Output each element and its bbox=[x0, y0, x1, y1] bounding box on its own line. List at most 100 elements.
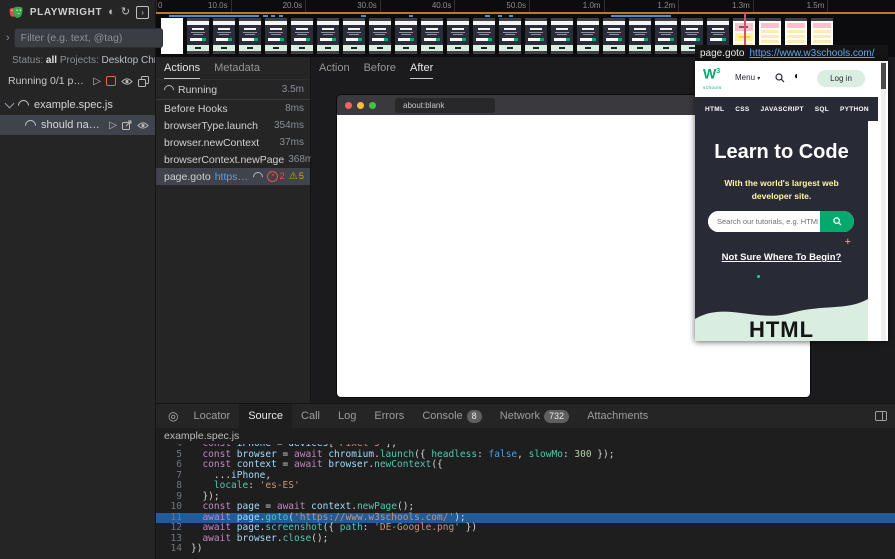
tab-before[interactable]: Before bbox=[364, 57, 396, 79]
action-url-link[interactable]: https://www.w3schools.com/ bbox=[750, 48, 875, 59]
w3-darkmode-icon[interactable]: ◐ bbox=[794, 71, 800, 82]
w3-search-button[interactable] bbox=[820, 211, 854, 232]
theme-toggle-icon[interactable]: ◐ bbox=[108, 7, 115, 18]
film-strip-thumbnail[interactable] bbox=[499, 18, 521, 54]
film-strip-thumbnail[interactable] bbox=[265, 18, 287, 54]
w3-scrollbar-thumb[interactable] bbox=[881, 63, 886, 89]
open-source-icon[interactable] bbox=[122, 120, 132, 130]
status-row: Status: all Projects: Desktop Chro... bbox=[0, 48, 155, 66]
film-strip-thumbnail[interactable] bbox=[395, 18, 417, 54]
film-strip-thumbnail[interactable] bbox=[447, 18, 469, 54]
w3-nav-item-javascript[interactable]: JAVASCRIPT bbox=[761, 106, 804, 113]
tree-file-row[interactable]: example.spec.js bbox=[0, 95, 155, 115]
film-strip-thumbnail[interactable] bbox=[161, 18, 183, 54]
tree-test-row[interactable]: should navigate ... ▷ bbox=[0, 115, 155, 135]
status-value[interactable]: all bbox=[46, 55, 57, 66]
action-item-browser-newcontext[interactable]: browser.newContext37ms bbox=[156, 134, 310, 151]
run-test-icon[interactable]: ▷ bbox=[109, 120, 117, 131]
w3-nav-item-css[interactable]: CSS bbox=[735, 106, 749, 113]
action-item-page-goto[interactable]: page.gotohttps://ww...×2⚠5 bbox=[156, 168, 310, 185]
bottom-tab-source[interactable]: Source bbox=[239, 404, 292, 428]
reload-icon[interactable]: ↻ bbox=[121, 7, 130, 18]
tab-metadata[interactable]: Metadata bbox=[214, 57, 260, 79]
filter-expand-icon[interactable]: › bbox=[6, 32, 10, 44]
film-strip-thumbnail[interactable] bbox=[577, 18, 599, 54]
film-strip-thumbnail[interactable] bbox=[551, 18, 573, 54]
bottom-tab-network[interactable]: Network732 bbox=[491, 404, 578, 428]
film-strip-thumbnail[interactable] bbox=[317, 18, 339, 54]
toggle-sidebar-icon[interactable] bbox=[875, 410, 887, 422]
browser-tab: about:blank bbox=[395, 98, 495, 113]
timeline-tick-label: 30.0s bbox=[357, 1, 380, 10]
spinner-icon bbox=[251, 169, 265, 183]
action-method: page.goto bbox=[700, 48, 745, 59]
collapse-all-icon[interactable] bbox=[138, 76, 149, 87]
film-strip-thumbnail[interactable] bbox=[629, 18, 651, 54]
projects-value[interactable]: Desktop Chro... bbox=[102, 55, 155, 66]
film-strip-thumbnail[interactable] bbox=[213, 18, 235, 54]
count-badge: 732 bbox=[544, 410, 569, 423]
film-strip-thumbnail[interactable] bbox=[291, 18, 313, 54]
snapshot-overlay: page.goto https://www.w3schools.com/ W3s… bbox=[695, 45, 888, 341]
line-number: 7 bbox=[156, 471, 191, 482]
timeline-tick-line bbox=[604, 0, 605, 12]
w3-nav-item-html[interactable]: HTML bbox=[705, 106, 724, 113]
w3-login-button[interactable]: Log in bbox=[817, 70, 865, 87]
error-icon: × bbox=[267, 171, 278, 182]
code-line: 14}) bbox=[156, 544, 895, 555]
bottom-tabs: ◎ LocatorSourceCallLog Errors Console8Netw… bbox=[156, 404, 895, 428]
timeline-ruler[interactable]: 010.0s20.0s30.0s40.0s50.0s1.0m1.2m1.3m1.… bbox=[156, 0, 895, 12]
watch-test-icon[interactable] bbox=[137, 121, 149, 130]
w3-header: W3schools Menu ▾ ◐ Log in bbox=[695, 61, 888, 97]
film-strip-thumbnail[interactable] bbox=[421, 18, 443, 54]
w3-menu-button[interactable]: Menu ▾ bbox=[735, 73, 760, 82]
action-item-browsertype-launch[interactable]: browserType.launch354ms bbox=[156, 117, 310, 134]
bottom-tab-attachments[interactable]: Attachments bbox=[578, 404, 657, 428]
action-duration: 354ms bbox=[274, 120, 304, 131]
tab-label: Errors bbox=[374, 410, 404, 422]
source-code[interactable]: 4 const iPhone = devices['Pixel 5'];5 co… bbox=[156, 444, 895, 559]
w3-plus-decoration: + bbox=[845, 236, 851, 248]
bottom-tab-console[interactable]: Console8 bbox=[413, 404, 490, 428]
film-strip-thumbnail[interactable] bbox=[369, 18, 391, 54]
bottom-tab-log[interactable]: Log bbox=[329, 404, 365, 428]
stop-icon[interactable] bbox=[106, 76, 116, 86]
w3-scrollbar bbox=[881, 61, 886, 341]
run-all-icon[interactable]: ▷ bbox=[93, 76, 101, 87]
film-strip-thumbnail[interactable] bbox=[525, 18, 547, 54]
action-item-browsercontext-newpage[interactable]: browserContext.newPage368ms bbox=[156, 151, 310, 168]
film-strip-thumbnail[interactable] bbox=[603, 18, 625, 54]
film-strip-thumbnail[interactable] bbox=[655, 18, 677, 54]
bottom-tab-errors[interactable]: Errors bbox=[365, 404, 413, 428]
pick-locator-icon[interactable]: ◎ bbox=[162, 404, 184, 428]
film-strip-thumbnail[interactable] bbox=[343, 18, 365, 54]
w3-hero-title: Learn to Code bbox=[695, 141, 868, 164]
film-strip-thumbnail[interactable] bbox=[187, 18, 209, 54]
bottom-panel: ◎ LocatorSourceCallLog Errors Console8Netw… bbox=[156, 403, 895, 559]
film-strip-thumbnail[interactable] bbox=[473, 18, 495, 54]
w3-begin-link[interactable]: Not Sure Where To Begin? bbox=[695, 252, 868, 263]
film-strip-thumbnail[interactable] bbox=[239, 18, 261, 54]
tab-actions[interactable]: Actions bbox=[164, 57, 200, 79]
bottom-tab-call[interactable]: Call bbox=[292, 404, 329, 428]
w3-nav-item-sql[interactable]: SQL bbox=[815, 106, 829, 113]
action-duration: 3.5m bbox=[282, 84, 304, 95]
action-item-before-hooks[interactable]: Before Hooks8ms bbox=[156, 100, 310, 117]
watch-all-icon[interactable] bbox=[121, 77, 133, 86]
w3-nav-item-python[interactable]: PYTHON bbox=[840, 106, 869, 113]
open-panel-icon[interactable]: › bbox=[136, 6, 149, 19]
w3-search-input[interactable] bbox=[708, 211, 820, 232]
tree-file-name: example.spec.js bbox=[34, 99, 113, 111]
action-item-running[interactable]: Running3.5m bbox=[156, 80, 310, 100]
tab-action[interactable]: Action bbox=[319, 57, 350, 79]
w3-hero-subtitle: With the world's largest web bbox=[695, 178, 868, 188]
timeline-action-mark bbox=[361, 15, 366, 17]
tab-after[interactable]: After bbox=[410, 57, 433, 79]
minimize-window-icon bbox=[357, 102, 364, 109]
w3-search-icon[interactable] bbox=[775, 73, 785, 83]
filter-input[interactable] bbox=[14, 28, 163, 48]
w3-dot-decoration bbox=[757, 275, 760, 278]
action-url[interactable]: https://ww... bbox=[215, 171, 250, 183]
bottom-tab-locator[interactable]: Locator bbox=[184, 404, 239, 428]
w3schools-logo[interactable]: W3schools bbox=[703, 65, 722, 94]
